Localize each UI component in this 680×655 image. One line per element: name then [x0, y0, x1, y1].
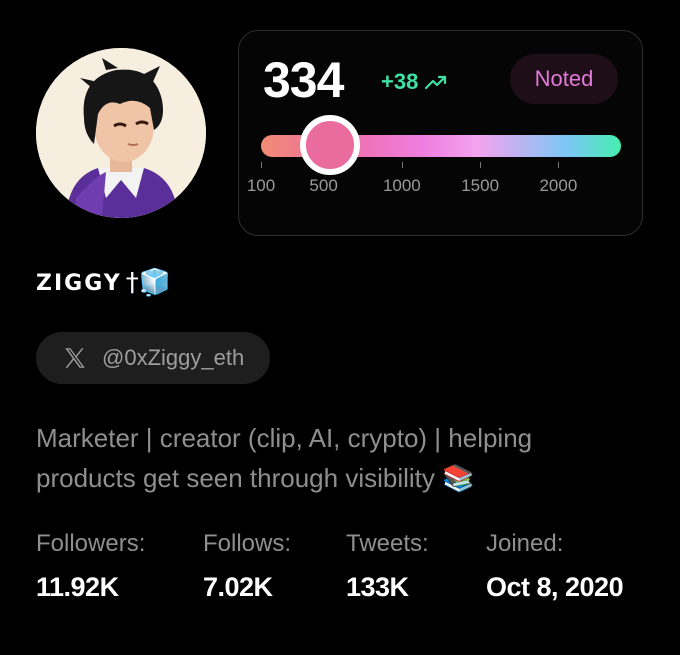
stat-followers[interactable]: Followers: 11.92K	[36, 528, 145, 604]
slider-tick-label: 100	[246, 176, 276, 195]
delta-value: +38	[381, 69, 419, 94]
stat-label: Joined:	[486, 530, 564, 557]
name-emojis: †🧊	[125, 268, 172, 298]
x-logo-icon	[65, 348, 85, 368]
slider-tick-label: 500	[309, 176, 338, 195]
avatar[interactable]	[36, 48, 206, 218]
stat-value: 133K	[346, 572, 409, 602]
avatar-portrait-icon	[36, 48, 206, 218]
display-name: ZIGGY †🧊	[36, 268, 171, 298]
display-name-text: ZIGGY	[36, 270, 122, 296]
stat-tweets[interactable]: Tweets: 133K	[346, 528, 429, 604]
stat-value: 7.02K	[203, 572, 273, 602]
slider-tick	[558, 162, 560, 168]
slider-tick	[401, 162, 403, 168]
stat-joined: Joined: Oct 8, 2020	[486, 528, 624, 604]
stat-value: Oct 8, 2020	[486, 572, 624, 602]
score-slider-thumb[interactable]	[299, 115, 360, 175]
stat-value: 11.92K	[36, 572, 119, 602]
slider-tick-label: 2000	[539, 176, 578, 195]
profile-card: 334 +38 Noted 100 500 1000 1500 2000 ZIGGY †…	[0, 0, 680, 655]
stat-label: Followers:	[36, 530, 146, 557]
score-delta: +38	[381, 69, 448, 95]
stat-follows[interactable]: Follows: 7.02K	[203, 528, 291, 604]
trend-up-icon	[425, 75, 447, 90]
slider-tick-label: 1000	[382, 176, 421, 195]
score-value: 334	[263, 52, 344, 108]
slider-tick	[480, 162, 482, 168]
slider-tick	[261, 162, 262, 168]
status-badge: Noted	[510, 54, 618, 104]
stat-label: Tweets:	[346, 530, 429, 557]
handle-text: @0xZiggy_eth	[102, 345, 245, 370]
x-handle-link[interactable]: @0xZiggy_eth	[36, 332, 271, 384]
score-card: 334 +38 Noted 100 500 1000 1500 2000	[238, 30, 643, 236]
stat-label: Follows:	[203, 530, 292, 557]
bio-text: Marketer | creator (clip, AI, crypto) | …	[36, 423, 533, 493]
slider-tick-label: 1500	[461, 176, 500, 195]
